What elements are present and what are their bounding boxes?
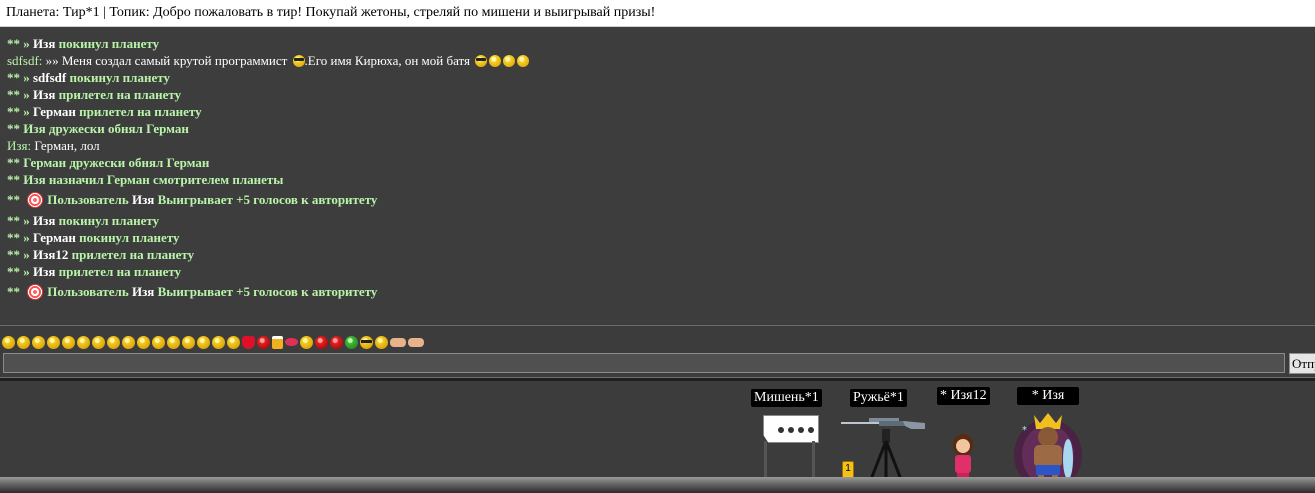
- heart-icon[interactable]: [242, 335, 255, 349]
- chat-line: Изя: Герман, лол: [7, 138, 100, 153]
- worried-icon[interactable]: [182, 335, 195, 349]
- sad-icon[interactable]: [137, 335, 150, 349]
- rifle-label[interactable]: Ружьё*1: [850, 389, 907, 407]
- target-label[interactable]: Мишень*1: [751, 389, 822, 407]
- chat-line: ** » Герман прилетел на планету: [7, 104, 202, 119]
- emoji-bar: [2, 333, 426, 351]
- user-label-izya12[interactable]: * Изя12: [937, 387, 990, 405]
- laugh-icon: [503, 55, 516, 67]
- chat-line-cut: [7, 28, 1315, 35]
- user-label-izya[interactable]: * Изя: [1017, 387, 1079, 405]
- laugh-icon: [517, 55, 530, 67]
- thumb-icon[interactable]: [390, 337, 406, 347]
- silly-icon[interactable]: [212, 335, 225, 349]
- floor: [0, 477, 1315, 493]
- love-icon[interactable]: [315, 335, 328, 349]
- tongue-icon[interactable]: [77, 335, 90, 349]
- chat-line: ** Пользователь Изя Выигрывает +5 голосо…: [7, 192, 378, 208]
- chat-line: ** » sdfsdf покинул планету: [7, 70, 170, 85]
- point-icon[interactable]: [408, 337, 424, 347]
- planet-scene[interactable]: Мишень*1 Ружьё*1 * Изя12 * Изя 1 *: [0, 381, 1315, 493]
- stop-icon[interactable]: [257, 335, 270, 349]
- devil-icon[interactable]: [330, 335, 343, 349]
- blush-icon[interactable]: [32, 335, 45, 349]
- confused-icon[interactable]: [197, 335, 210, 349]
- target-icon: [27, 284, 44, 300]
- topic-bar: Планета: Тир*1 | Топик: Добро пожаловать…: [0, 0, 1315, 27]
- target-icon: [27, 192, 44, 208]
- laugh-icon[interactable]: [92, 335, 105, 349]
- chat-line: ** Пользователь Изя Выигрывает +5 голосо…: [7, 284, 378, 300]
- beer-icon[interactable]: [272, 335, 283, 349]
- shooting-target[interactable]: [763, 415, 819, 443]
- message-input[interactable]: [3, 353, 1285, 373]
- chat-line: ** » Герман покинул планету: [7, 230, 180, 245]
- angry-icon[interactable]: [167, 335, 180, 349]
- chat-line: ** Изя назначил Герман смотрителем плане…: [7, 172, 284, 187]
- svg-text:*: *: [1022, 425, 1027, 436]
- cry-icon[interactable]: [107, 335, 120, 349]
- alien-icon[interactable]: [345, 335, 358, 349]
- shock-icon[interactable]: [122, 335, 135, 349]
- chat-line: ** » Изя покинул планету: [7, 36, 160, 51]
- hmm-icon[interactable]: [152, 335, 165, 349]
- lips-icon[interactable]: [285, 338, 298, 347]
- smile-icon[interactable]: [2, 335, 15, 349]
- chat-line: ** Изя дружески обнял Герман: [7, 121, 189, 136]
- cool-icon: [292, 55, 305, 67]
- send-button[interactable]: Отправить: [1289, 353, 1315, 374]
- scream-icon[interactable]: [227, 335, 240, 349]
- cool-icon: [475, 55, 488, 67]
- chat-line: ** » Изя покинул планету: [7, 213, 160, 228]
- wink-icon[interactable]: [47, 335, 60, 349]
- kiss-icon[interactable]: [300, 335, 313, 349]
- crazy-icon: [489, 55, 502, 67]
- chat-line: sdfsdf: »» Меня создал самый крутой прог…: [7, 52, 1315, 69]
- chat-log[interactable]: ** » Изя покинул планету sdfsdf: »» Меня…: [0, 28, 1315, 326]
- crazy-icon[interactable]: [375, 335, 388, 349]
- chat-line: ** » Изя прилетел на планету: [7, 87, 182, 102]
- cool-icon[interactable]: [360, 335, 373, 349]
- grin-icon[interactable]: [17, 335, 30, 349]
- happy-icon[interactable]: [62, 335, 75, 349]
- chat-line: ** » Изя12 прилетел на планету: [7, 247, 195, 262]
- chat-line: ** » Изя прилетел на планету: [7, 264, 182, 279]
- chat-line: ** Герман дружески обнял Герман: [7, 155, 210, 170]
